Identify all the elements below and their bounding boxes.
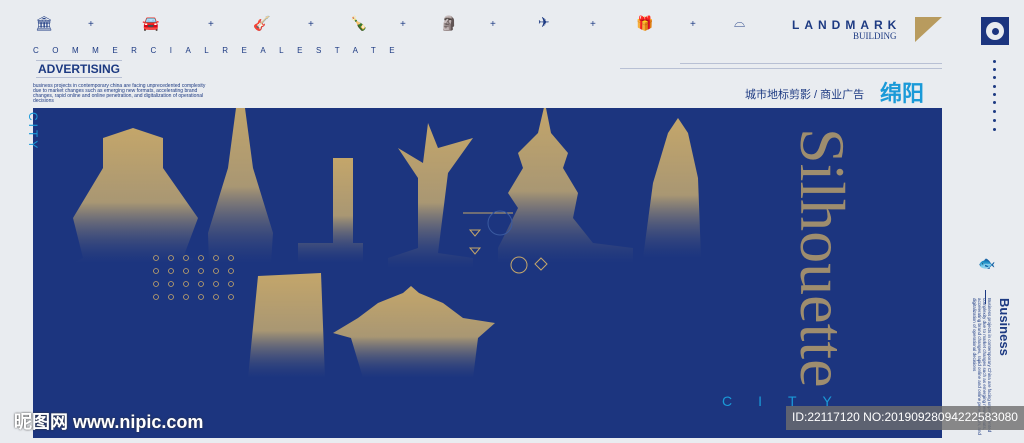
building-subtitle: BUILDING (853, 31, 897, 41)
gate-silhouette (333, 286, 495, 378)
guitar-icon: 🎸 (253, 15, 271, 31)
plus-icon: + (88, 19, 94, 30)
plus-icon: + (690, 19, 696, 30)
statue-icon: 🗿 (440, 15, 458, 31)
chinese-subtitle: 城市地标剪影 / 商业广告 (745, 89, 865, 101)
sculpture-silhouette (388, 123, 473, 268)
bottle-icon: 🍾 (350, 15, 368, 31)
logo-icon (981, 17, 1009, 45)
gold-triangle (915, 17, 942, 42)
airplane-icon: ✈ (538, 14, 550, 30)
tagline: COMMERCIALREALESTATE (33, 46, 409, 55)
gift-icon: 🎁 (636, 15, 654, 31)
bowl-icon: ⌓ (734, 14, 746, 30)
watermark-site: 昵图网 www.nipic.com (14, 412, 204, 432)
plus-icon: + (490, 19, 496, 30)
building-silhouette (248, 273, 325, 378)
city-name: 绵阳 (880, 81, 925, 107)
monument-silhouette (298, 158, 363, 263)
car-icon: 🚘 (142, 15, 160, 31)
temple-silhouette (498, 103, 633, 263)
plus-icon: + (208, 19, 214, 30)
fish-icon: 🐟 (978, 255, 996, 271)
silhouette-text: Silhouette (787, 128, 858, 388)
description: business projects in contemporary china … (33, 83, 206, 104)
watermark-id: ID:22117120 NO:20190928094222583080 (786, 406, 1024, 430)
plus-icon: + (400, 19, 406, 30)
plus-icon: + (590, 19, 596, 30)
landmark-title: LANDMARK (792, 18, 902, 32)
statue-silhouette (643, 118, 701, 258)
vertical-city-text: CITY (26, 112, 40, 152)
business-heading: Business (997, 298, 1012, 356)
advertising-heading: ADVERTISING (36, 60, 123, 78)
bank-icon: 🏛 (35, 15, 53, 31)
plus-icon: + (308, 19, 314, 30)
tower-silhouette (208, 93, 273, 263)
pagoda-silhouette (73, 128, 198, 263)
